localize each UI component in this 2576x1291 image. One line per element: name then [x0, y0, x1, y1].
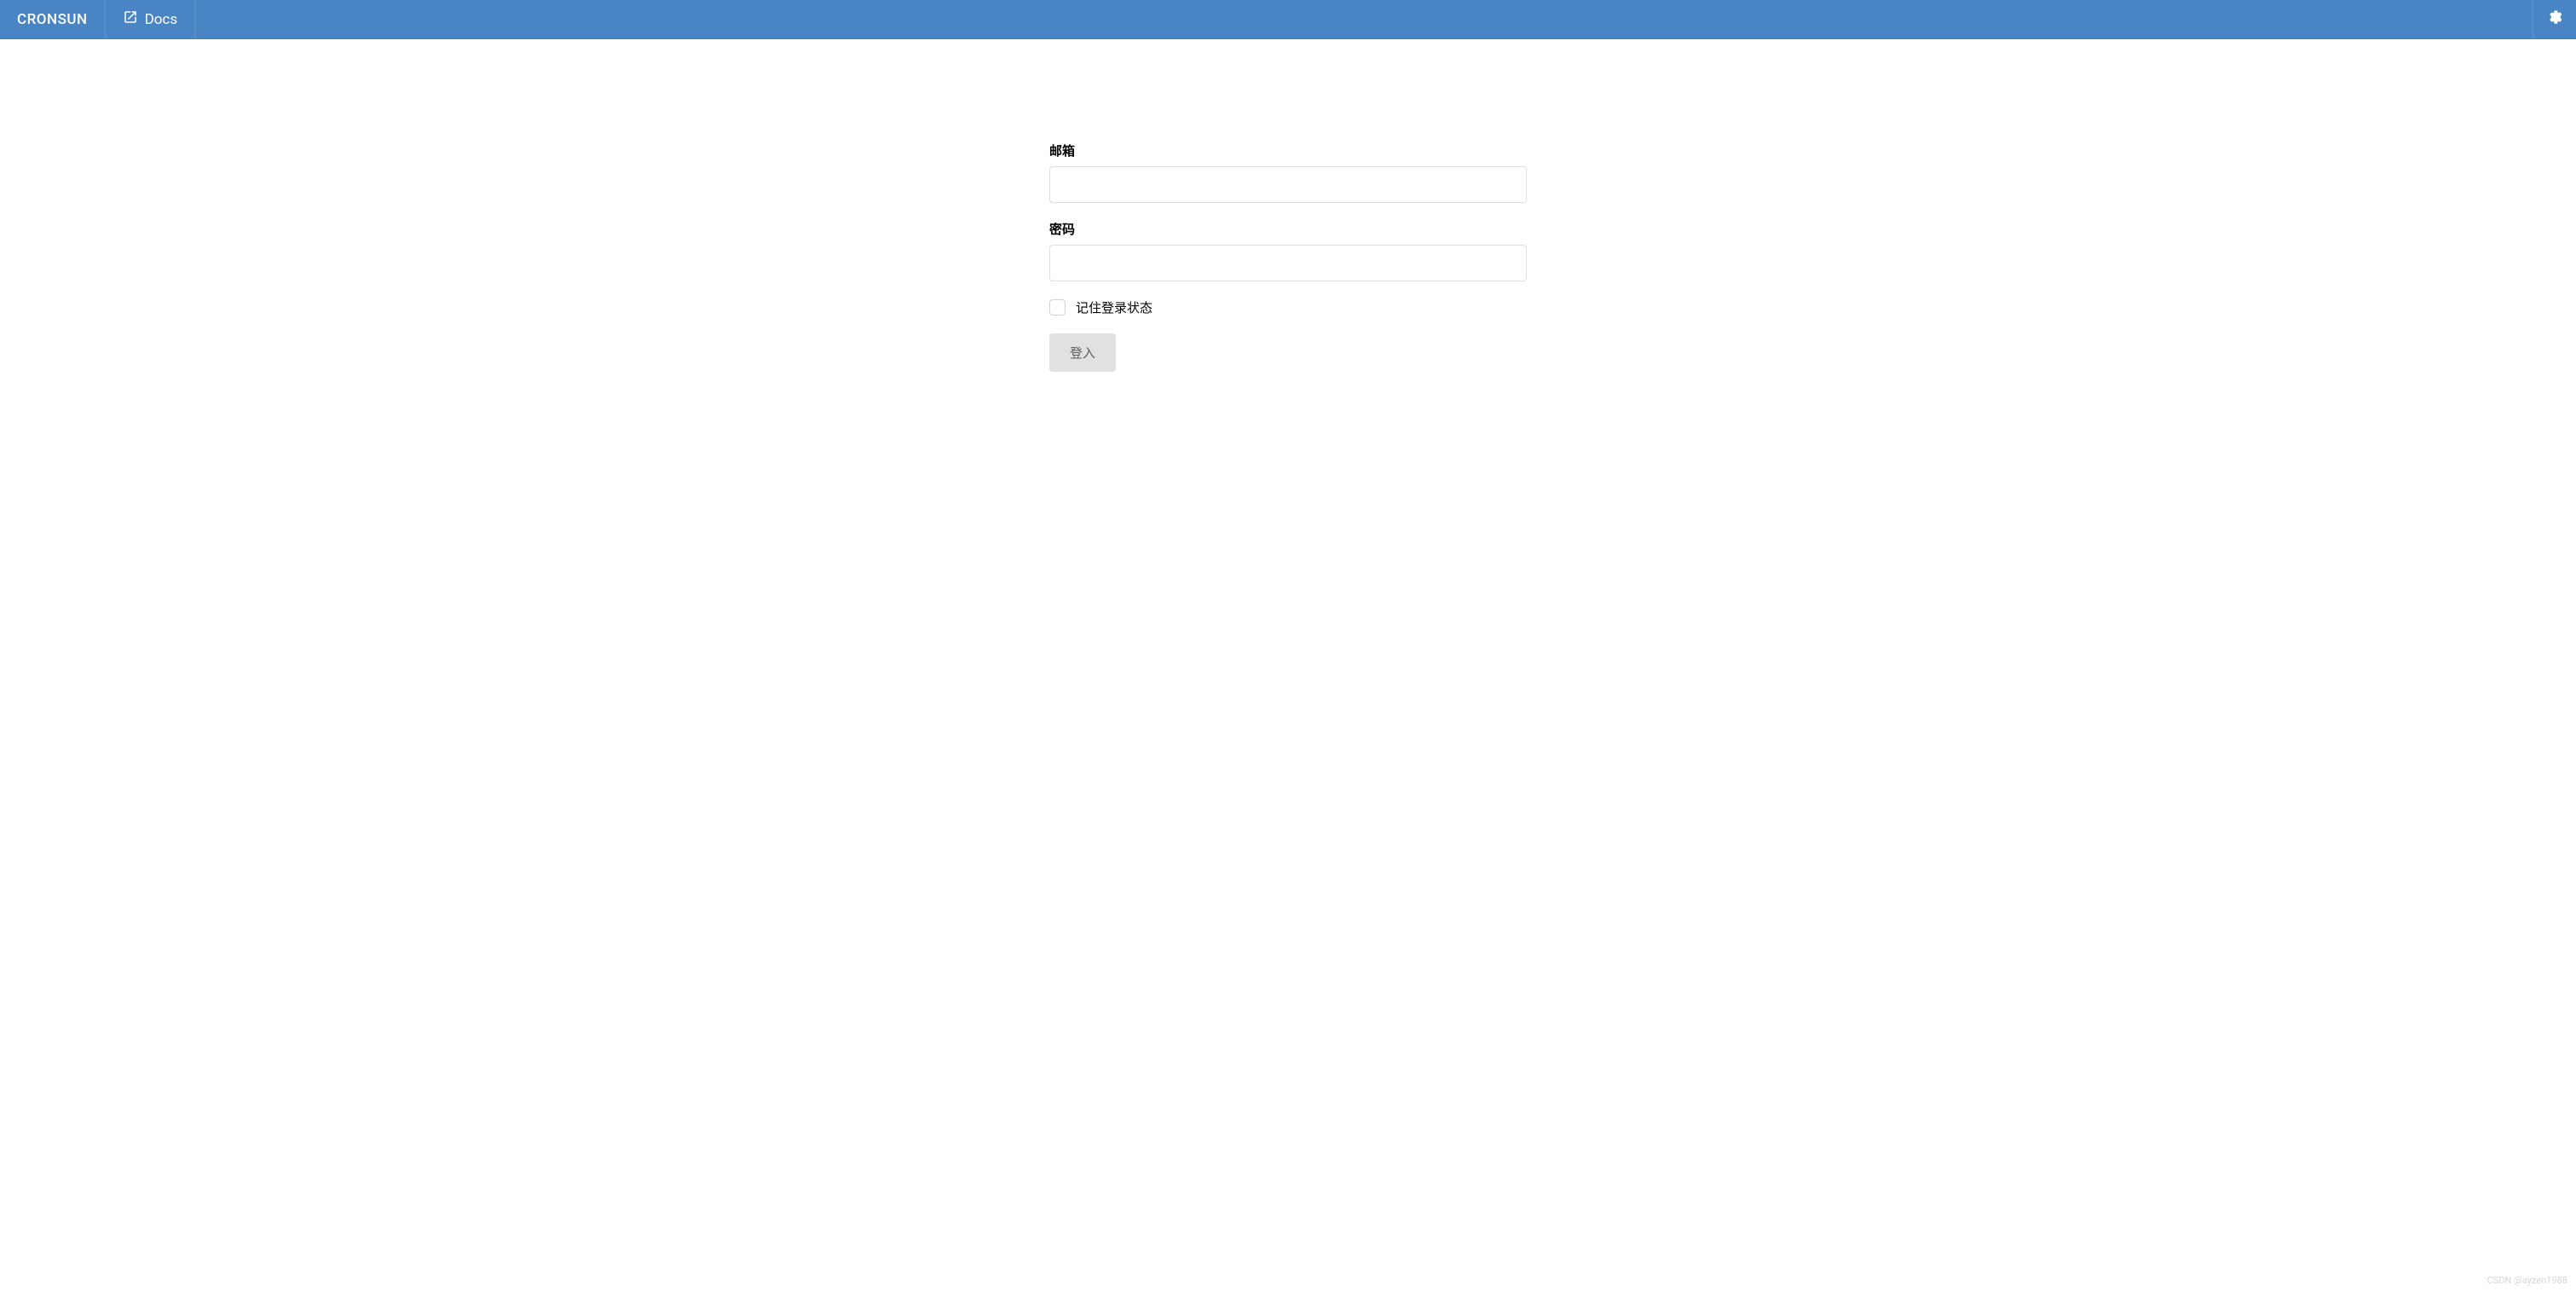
- email-label: 邮箱: [1049, 142, 1527, 159]
- email-field-wrapper: 邮箱: [1049, 142, 1527, 203]
- login-button[interactable]: 登入: [1049, 333, 1116, 372]
- watermark-text: CSDN @ayzen1988: [2487, 1275, 2567, 1286]
- gears-icon: [2547, 9, 2562, 29]
- email-input[interactable]: [1049, 166, 1527, 203]
- password-label: 密码: [1049, 220, 1527, 238]
- password-field-wrapper: 密码: [1049, 220, 1527, 281]
- main-content: 邮箱 密码 记住登录状态 登入: [0, 39, 2576, 372]
- settings-button[interactable]: [2533, 0, 2576, 38]
- remember-checkbox[interactable]: [1049, 299, 1066, 316]
- brand-link[interactable]: CRONSUN: [0, 0, 106, 38]
- navbar-left: CRONSUN Docs: [0, 0, 195, 38]
- login-button-label: 登入: [1070, 345, 1095, 361]
- password-input[interactable]: [1049, 245, 1527, 281]
- docs-label: Docs: [145, 11, 178, 28]
- brand-label: CRONSUN: [17, 11, 88, 28]
- remember-wrapper: 记住登录状态: [1049, 298, 1527, 316]
- login-form: 邮箱 密码 记住登录状态 登入: [1049, 142, 1527, 372]
- external-link-icon: [123, 9, 138, 29]
- top-navbar: CRONSUN Docs: [0, 0, 2576, 39]
- remember-label[interactable]: 记住登录状态: [1076, 298, 1152, 316]
- navbar-right: [2533, 0, 2576, 38]
- docs-link[interactable]: Docs: [106, 0, 196, 38]
